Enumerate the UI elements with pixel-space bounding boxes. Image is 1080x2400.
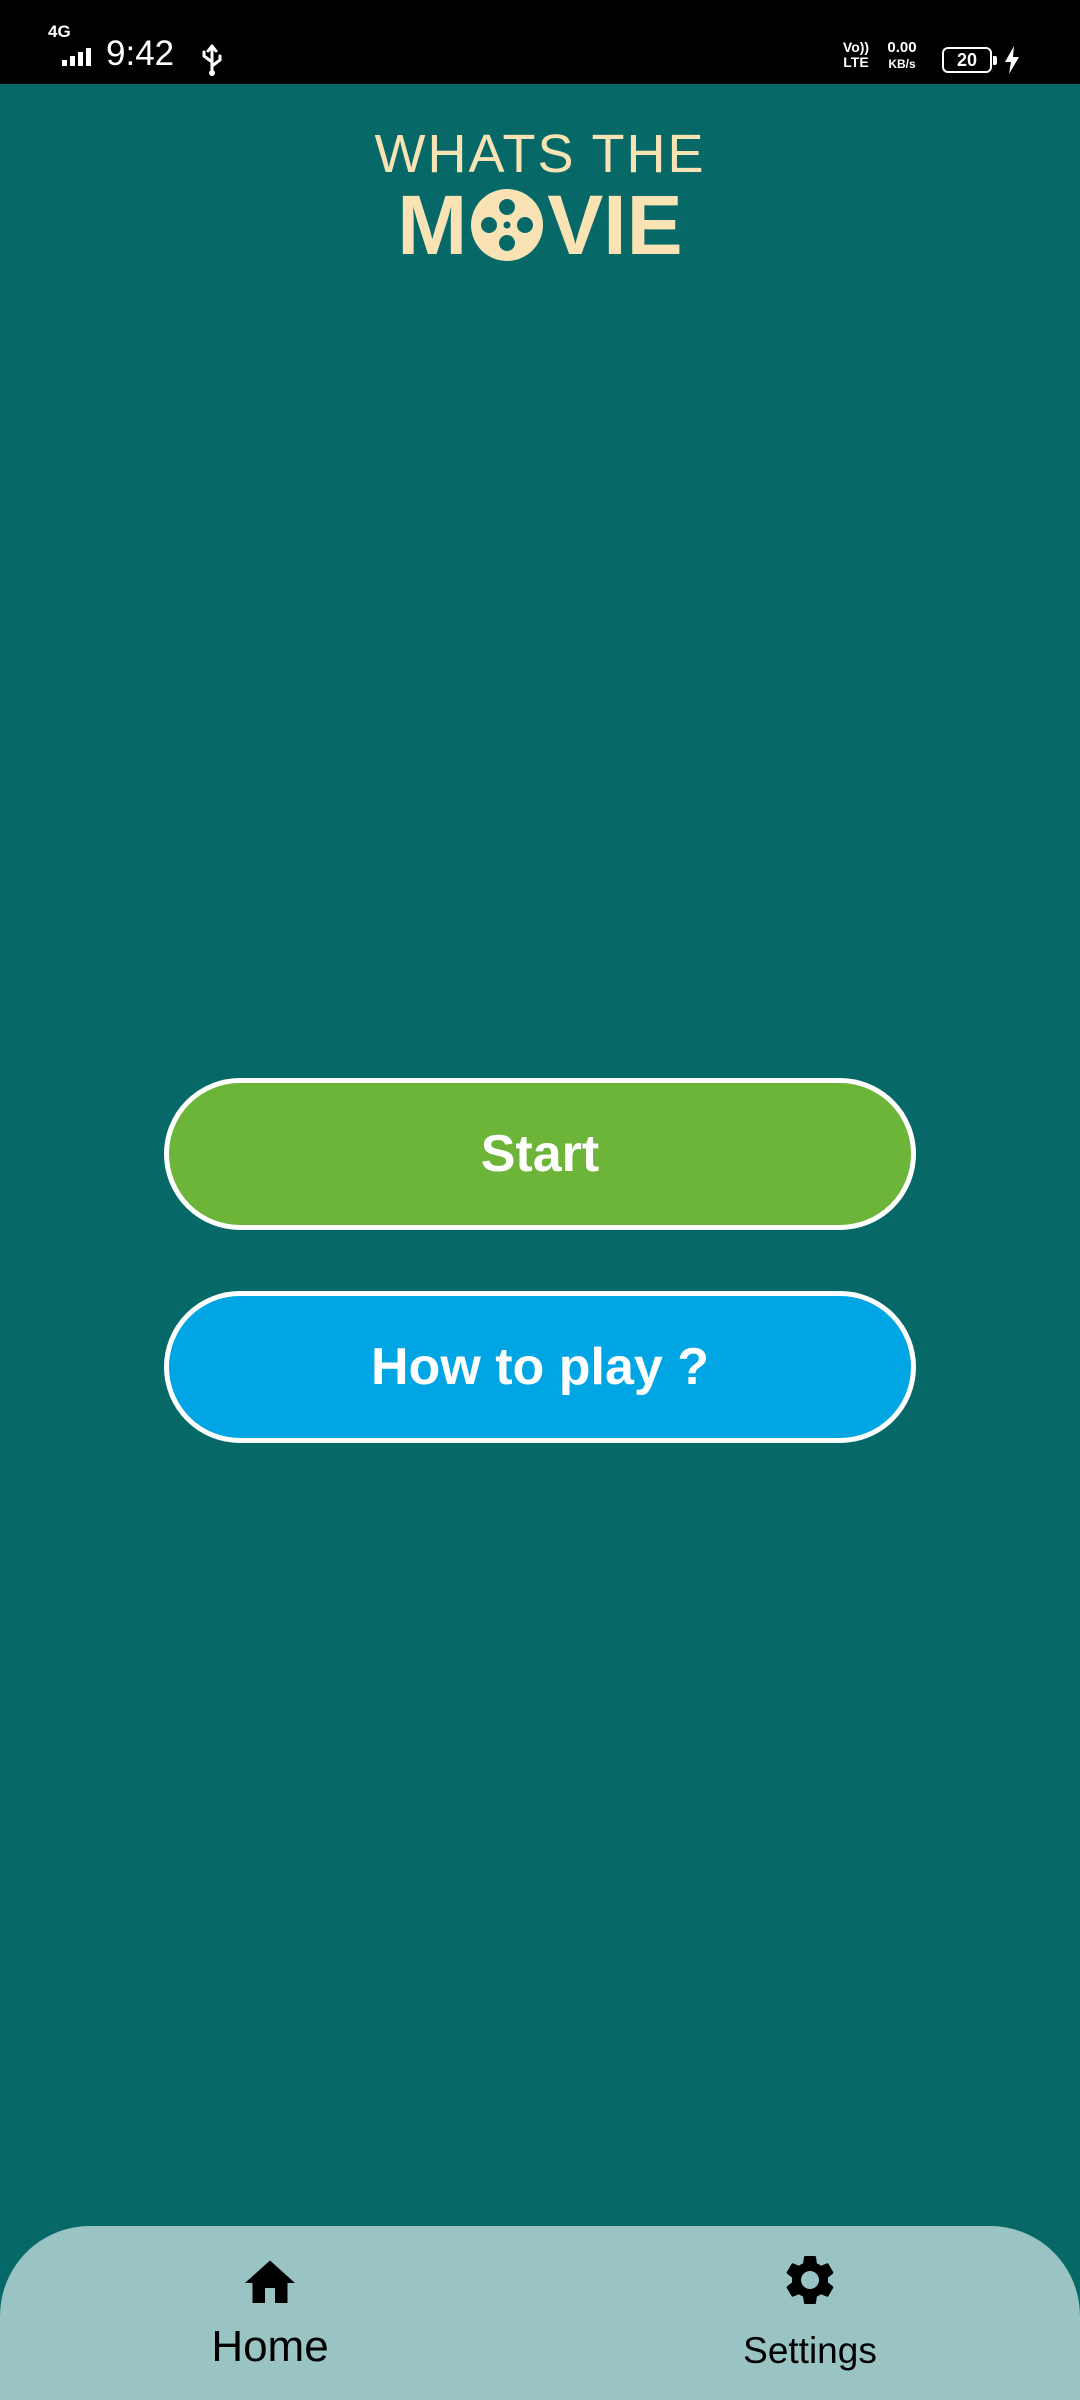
status-bar: 4G 9:42 Vo)) LTE 0.00 KB/s 20 bbox=[0, 0, 1080, 84]
nav-label-home: Home bbox=[211, 2322, 329, 2371]
gear-icon bbox=[786, 2256, 834, 2304]
network-type: 4G bbox=[48, 22, 71, 41]
film-reel-icon bbox=[471, 189, 544, 261]
usb-icon bbox=[202, 44, 222, 76]
battery-icon: 20 bbox=[942, 47, 997, 73]
speed-unit: KB/s bbox=[888, 57, 916, 71]
logo-title-main: M VIE bbox=[0, 180, 1080, 270]
nav-item-settings[interactable]: Settings bbox=[660, 2226, 960, 2400]
logo-title-top: WHATS THE bbox=[374, 124, 706, 184]
logo-letter-m: M bbox=[397, 178, 468, 272]
volte-top: Vo)) bbox=[842, 39, 870, 55]
network-speed: 0.00 KB/s bbox=[880, 40, 924, 72]
battery-level: 20 bbox=[956, 50, 978, 70]
volte-indicator: Vo)) LTE bbox=[838, 40, 874, 70]
signal-icon: 4G bbox=[48, 22, 100, 68]
start-button[interactable]: Start bbox=[164, 1078, 916, 1230]
speed-value: 0.00 bbox=[887, 39, 917, 56]
bottom-navigation: Home Settings bbox=[0, 2226, 1080, 2400]
logo-letters-vie: VIE bbox=[547, 178, 683, 272]
volte-bottom: LTE bbox=[843, 54, 869, 70]
home-icon bbox=[245, 2260, 295, 2303]
nav-item-home[interactable]: Home bbox=[120, 2226, 420, 2400]
charging-icon bbox=[1005, 46, 1019, 74]
how-to-play-button[interactable]: How to play ? bbox=[164, 1291, 916, 1443]
nav-label-settings: Settings bbox=[743, 2330, 877, 2371]
status-time: 9:42 bbox=[106, 34, 175, 73]
